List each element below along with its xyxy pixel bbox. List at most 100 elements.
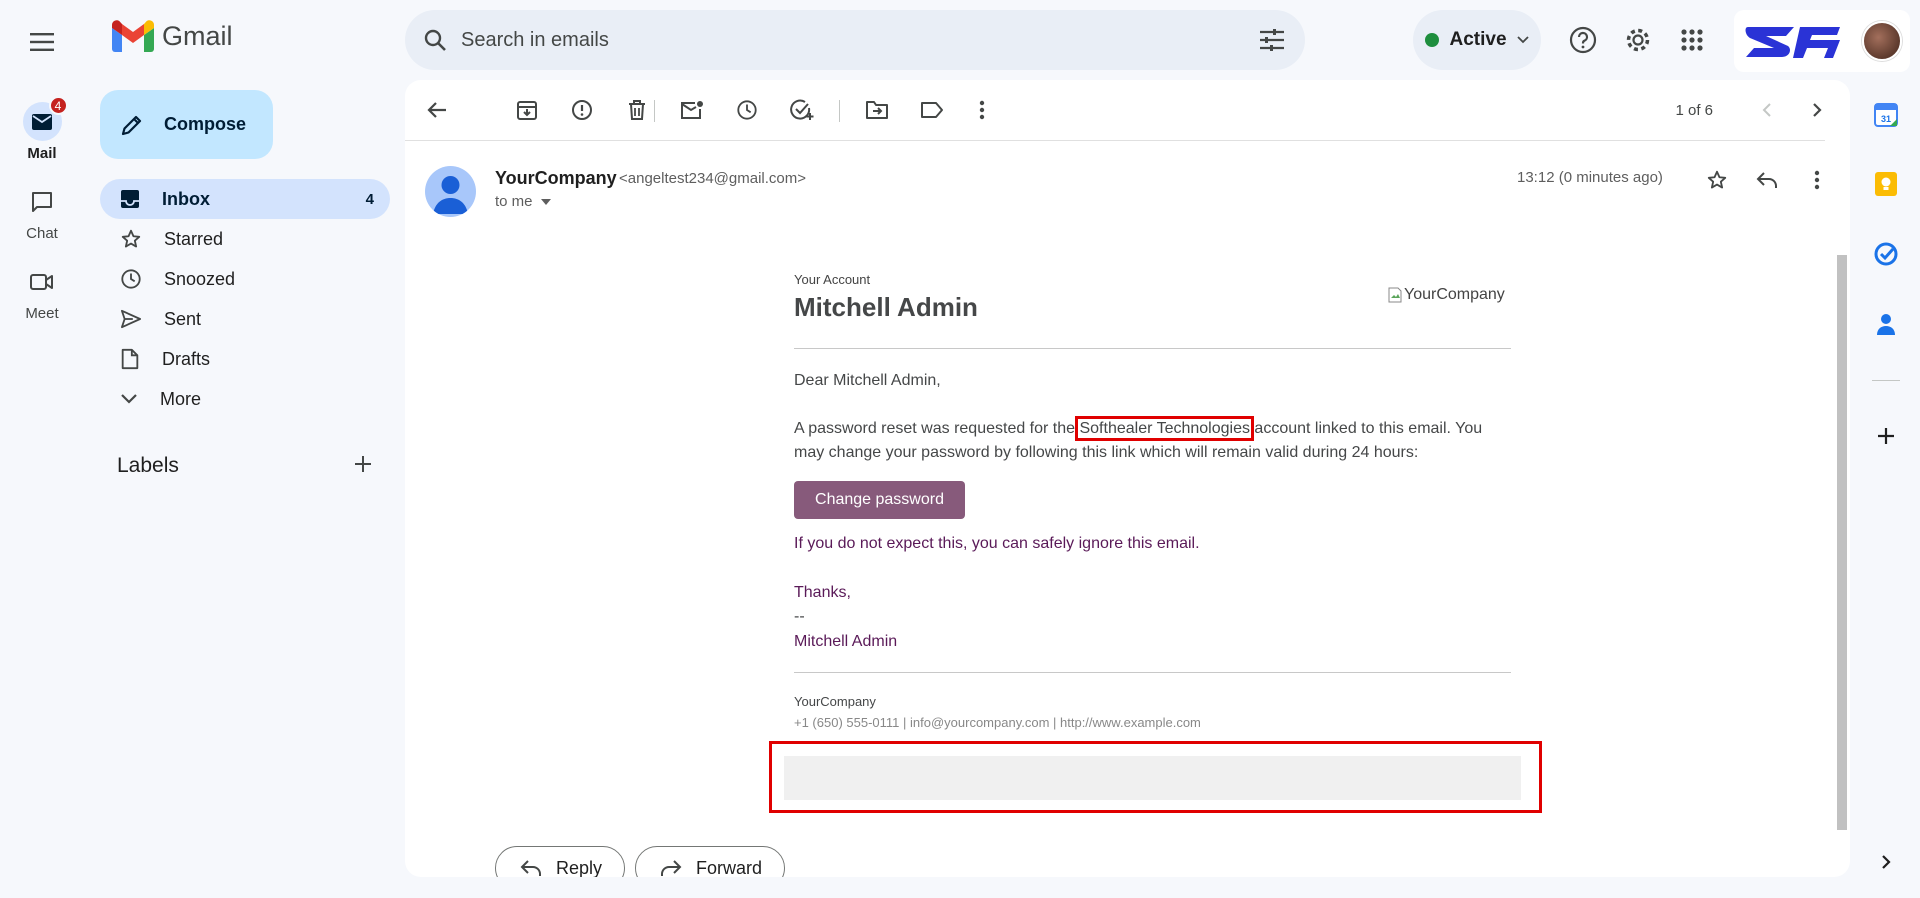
tasks-app-button[interactable] bbox=[1870, 238, 1902, 270]
more-vert-icon bbox=[979, 100, 985, 120]
contacts-icon bbox=[1877, 314, 1895, 335]
forward-button[interactable]: Forward bbox=[635, 846, 786, 878]
mark-unread-icon bbox=[681, 101, 703, 119]
signature-separator: -- bbox=[794, 608, 805, 625]
add-to-tasks-button[interactable] bbox=[782, 90, 822, 130]
older-button[interactable] bbox=[1797, 90, 1837, 130]
move-to-button[interactable] bbox=[857, 90, 897, 130]
snooze-button[interactable] bbox=[727, 90, 767, 130]
inbox-icon bbox=[121, 190, 139, 208]
reply-button[interactable]: Reply bbox=[495, 846, 626, 877]
chevron-left-icon bbox=[1762, 103, 1771, 117]
report-icon bbox=[572, 100, 592, 120]
help-icon bbox=[1569, 26, 1597, 54]
archive-button[interactable] bbox=[507, 90, 547, 130]
change-password-button[interactable]: Change password bbox=[794, 481, 965, 519]
broken-image-icon bbox=[1388, 287, 1402, 303]
get-addons-button[interactable] bbox=[1870, 420, 1902, 452]
nav-snoozed[interactable]: Snoozed bbox=[100, 259, 390, 299]
nav-drafts[interactable]: Drafts bbox=[100, 339, 390, 379]
scrollbar-thumb[interactable] bbox=[1837, 255, 1847, 830]
chevron-down-icon bbox=[1516, 36, 1529, 44]
search-input[interactable] bbox=[461, 28, 1259, 52]
rail-meet[interactable]: Meet bbox=[0, 262, 84, 322]
clock-icon bbox=[737, 100, 757, 120]
hamburger-menu-button[interactable] bbox=[22, 22, 62, 62]
mark-unread-button[interactable] bbox=[672, 90, 712, 130]
nav-more[interactable]: More bbox=[100, 379, 390, 419]
gmail-logo[interactable]: Gmail bbox=[112, 20, 233, 52]
apps-button[interactable] bbox=[1670, 18, 1714, 62]
organization-logo bbox=[1745, 27, 1840, 58]
header-divider bbox=[794, 348, 1511, 349]
reset-text-before: A password reset was requested for the bbox=[794, 420, 1080, 437]
newer-button[interactable] bbox=[1747, 90, 1787, 130]
message-more-button[interactable] bbox=[1797, 160, 1837, 200]
labels-button[interactable] bbox=[912, 90, 952, 130]
contacts-app-button[interactable] bbox=[1870, 308, 1902, 340]
calendar-app-button[interactable]: 31 bbox=[1870, 99, 1902, 131]
footer-divider bbox=[794, 672, 1511, 673]
report-spam-button[interactable] bbox=[562, 90, 602, 130]
reply-icon-button[interactable] bbox=[1747, 160, 1787, 200]
chevron-right-icon bbox=[1813, 103, 1822, 117]
archive-icon bbox=[517, 101, 537, 120]
company-name-highlight: Softhealer Technologies bbox=[1075, 416, 1254, 441]
keep-bulb-icon bbox=[1875, 172, 1897, 196]
search-options-icon[interactable] bbox=[1259, 28, 1285, 52]
rail-mail[interactable]: 4 Mail bbox=[0, 96, 84, 162]
chat-icon bbox=[32, 191, 52, 212]
account-caption: Your Account bbox=[794, 272, 871, 287]
rail-chat[interactable]: Chat bbox=[0, 182, 84, 242]
status-selector[interactable]: Active bbox=[1413, 10, 1541, 70]
mail-icon bbox=[32, 113, 52, 130]
nav-starred[interactable]: Starred bbox=[100, 219, 390, 259]
nav-more-label: More bbox=[160, 388, 202, 409]
gmail-wordmark: Gmail bbox=[162, 20, 233, 51]
caret-down-icon bbox=[540, 198, 551, 205]
star-icon bbox=[1707, 170, 1727, 189]
rail-meet-label: Meet bbox=[25, 305, 59, 322]
greeting: Dear Mitchell Admin, bbox=[794, 372, 941, 389]
settings-button[interactable] bbox=[1616, 18, 1660, 62]
reset-paragraph: A password reset was requested for the S… bbox=[794, 416, 1511, 465]
user-avatar[interactable] bbox=[1862, 21, 1902, 61]
nav-sent[interactable]: Sent bbox=[100, 299, 390, 339]
keep-app-button[interactable] bbox=[1870, 168, 1902, 200]
highlight-frame bbox=[769, 741, 1542, 813]
search-icon[interactable] bbox=[423, 28, 447, 52]
delete-button[interactable] bbox=[617, 90, 657, 130]
nav-snoozed-label: Snoozed bbox=[164, 268, 236, 289]
draft-icon bbox=[121, 348, 139, 370]
sender-name[interactable]: YourCompany bbox=[495, 168, 617, 189]
recipient-details[interactable]: to me bbox=[495, 193, 551, 210]
create-label-button[interactable] bbox=[353, 454, 373, 474]
forward-label: Forward bbox=[696, 857, 763, 878]
chevron-down-icon bbox=[121, 394, 137, 404]
help-button[interactable] bbox=[1561, 18, 1605, 62]
nav-inbox[interactable]: Inbox 4 bbox=[100, 179, 390, 219]
nav-drafts-label: Drafts bbox=[162, 348, 211, 369]
company-logo-alt: YourCompany bbox=[1404, 286, 1505, 303]
sender-avatar[interactable] bbox=[425, 166, 476, 217]
show-side-panel-button[interactable] bbox=[1870, 846, 1902, 878]
back-button[interactable] bbox=[417, 90, 457, 130]
signature-name: Mitchell Admin bbox=[794, 633, 898, 650]
rail-chat-label: Chat bbox=[26, 225, 58, 242]
forward-icon bbox=[661, 860, 682, 876]
mail-badge: 4 bbox=[48, 96, 68, 115]
company-logo-image: YourCompany bbox=[1388, 286, 1505, 304]
account-switcher[interactable] bbox=[1734, 10, 1910, 72]
nav-sent-label: Sent bbox=[164, 308, 202, 329]
tasks-icon bbox=[1874, 242, 1898, 266]
more-options-button[interactable] bbox=[962, 90, 1002, 130]
star-message-button[interactable] bbox=[1697, 160, 1737, 200]
add-task-icon bbox=[790, 99, 814, 120]
rail-mail-label: Mail bbox=[27, 145, 57, 162]
search-bar[interactable] bbox=[405, 10, 1305, 70]
compose-button[interactable]: Compose bbox=[100, 90, 273, 159]
nav-starred-label: Starred bbox=[164, 228, 224, 249]
recipient-label: to me bbox=[495, 193, 533, 210]
sign-off: Thanks, bbox=[794, 584, 851, 601]
toolbar-divider-line bbox=[405, 140, 1825, 141]
